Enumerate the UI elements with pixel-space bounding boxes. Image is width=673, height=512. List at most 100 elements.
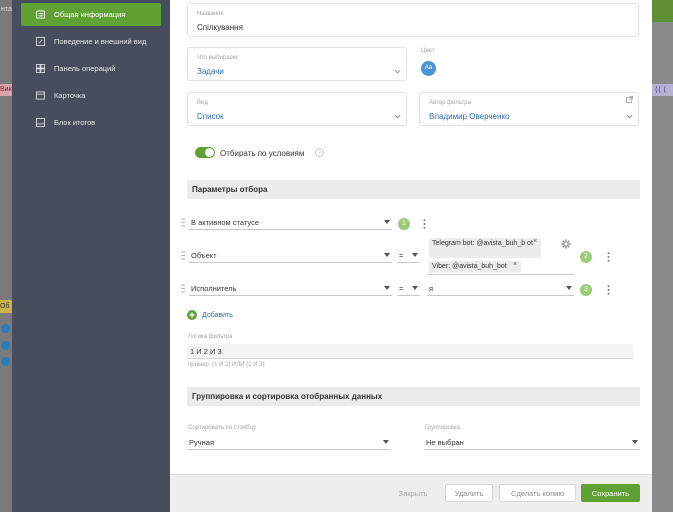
gear-icon[interactable]: [561, 239, 571, 249]
svg-text:?: ?: [318, 151, 321, 157]
name-label: Название: [197, 11, 224, 17]
chevron-down-icon: [626, 114, 633, 119]
filter-params-header: Параметры отбора: [187, 180, 640, 199]
save-button[interactable]: Сохранить: [581, 484, 640, 502]
view-label: Вид: [197, 100, 208, 106]
operator-select[interactable]: =: [397, 249, 420, 263]
chevron-down-icon: [394, 69, 401, 74]
operator-select[interactable]: =: [397, 282, 420, 296]
conditions-toggle-label: Отбирать по условиям: [220, 149, 305, 158]
chevron-down-icon: [394, 114, 401, 119]
add-condition-button[interactable]: Добавить: [187, 310, 233, 320]
group-select[interactable]: Не выбран: [424, 436, 640, 450]
background-left-text: нта: [1, 6, 12, 13]
condition-value: я: [429, 284, 434, 293]
what-select[interactable]: Что выбираем Задачи: [187, 47, 407, 81]
sidebar-item-label: Поведение и внешний вид: [54, 37, 147, 46]
background-chat-icon: [1, 341, 10, 350]
sidebar-item-label: Блок итогов: [54, 118, 96, 127]
sort-label: Сортировать по столбцу: [188, 425, 257, 431]
what-label: Что выбираем: [197, 55, 238, 61]
add-condition-label: Добавить: [202, 311, 233, 319]
remove-tag-icon[interactable]: ×: [513, 261, 517, 268]
plus-circle-icon: [187, 310, 197, 320]
caret-down-icon: [384, 253, 390, 257]
condition-number-badge: 2: [580, 251, 592, 263]
color-swatch[interactable]: Aa: [421, 61, 436, 76]
caret-down-icon: [412, 286, 418, 290]
tag-label: Viber: @avista_buh_bot: [432, 263, 507, 270]
external-link-icon[interactable]: [626, 96, 633, 103]
operator-value: =: [399, 251, 404, 260]
drag-handle-icon[interactable]: [181, 251, 185, 260]
tag-telegram-bot: Telegram bot: @avista_buh_b ot: [429, 238, 541, 258]
tag-viber-bot: Viber: @avista_buh_bot: [429, 261, 521, 273]
author-select[interactable]: Автор фильтра Владимир Оверченко: [419, 92, 639, 126]
more-vertical-icon[interactable]: [423, 219, 426, 229]
edit-window-icon: [35, 37, 45, 47]
author-label: Автор фильтра: [429, 100, 471, 106]
sort-select[interactable]: Ручная: [187, 436, 391, 450]
more-vertical-icon[interactable]: [607, 285, 610, 295]
summary-icon: [35, 118, 45, 128]
sidebar-item-card[interactable]: Карточка: [21, 84, 161, 107]
group-label: Группировка: [425, 425, 460, 431]
help-icon[interactable]: ?: [315, 148, 324, 157]
grouping-header: Группировка и сортировка отобранных данн…: [187, 387, 640, 406]
grid-icon: [35, 64, 45, 74]
card-icon: [35, 91, 45, 101]
condition-field-value: Объект: [191, 251, 217, 260]
conditions-toggle[interactable]: [195, 147, 215, 158]
filter-settings-modal: Название Спілкування Что выбираем Задачи…: [170, 0, 652, 512]
info-card-icon: [35, 10, 45, 20]
caret-down-icon: [566, 286, 572, 290]
sidebar-item-label: Панель операций: [54, 64, 116, 73]
what-value: Задачи: [197, 67, 224, 76]
logic-hint: пример: (1 И 2) ИЛИ (1 И 3): [188, 362, 265, 368]
sidebar-item-operations[interactable]: Панель операций: [21, 57, 161, 80]
background-tag: Об: [0, 300, 12, 313]
background-app-left: нта: [0, 0, 12, 512]
caret-down-icon: [412, 253, 418, 257]
condition-number-badge: 3: [580, 284, 592, 296]
delete-button[interactable]: Удалить: [445, 484, 493, 502]
remove-tag-icon[interactable]: ×: [533, 238, 537, 245]
condition-field-select[interactable]: Объект: [189, 249, 392, 263]
condition-number-badge: 1: [398, 218, 410, 230]
background-chat-icon: [1, 357, 10, 366]
logic-label: Логика фильтра: [188, 334, 233, 340]
logic-input[interactable]: 1 И 2 И 3: [187, 344, 633, 359]
author-value: Владимир Оверченко: [429, 112, 510, 121]
drag-handle-icon[interactable]: [181, 284, 185, 293]
sidebar-item-label: Общая информация: [54, 10, 126, 19]
settings-sidebar: Общая информация Поведение и внешний вид…: [12, 0, 170, 512]
view-select[interactable]: Вид Список: [187, 92, 407, 126]
name-field[interactable]: Название Спілкування: [187, 3, 639, 37]
sidebar-item-general-info[interactable]: Общая информация: [21, 3, 161, 26]
background-tag: Вик: [0, 84, 12, 96]
view-value: Список: [197, 112, 224, 121]
sidebar-item-label: Карточка: [54, 91, 86, 100]
more-vertical-icon[interactable]: [607, 252, 610, 262]
condition-field-value: Исполнитель: [191, 284, 237, 293]
name-value: Спілкування: [197, 23, 243, 32]
condition-field-value: В активном статусе: [191, 218, 259, 227]
sort-value: Ручная: [189, 438, 215, 447]
drag-handle-icon[interactable]: [181, 218, 185, 227]
condition-field-select[interactable]: В активном статусе: [189, 216, 392, 230]
color-label: Цвет: [421, 48, 435, 54]
condition-field-select[interactable]: Исполнитель: [189, 282, 392, 296]
operator-value: =: [399, 284, 404, 293]
group-value: Не выбран: [426, 438, 464, 447]
background-chat-icon: [1, 324, 10, 333]
copy-button[interactable]: Сделать копию: [499, 484, 576, 502]
caret-down-icon: [632, 440, 638, 444]
caret-down-icon: [384, 220, 390, 224]
close-button[interactable]: Закрыть: [391, 484, 435, 502]
caret-down-icon: [384, 286, 390, 290]
sidebar-item-behavior[interactable]: Поведение и внешний вид: [21, 30, 161, 53]
caret-down-icon: [383, 440, 389, 444]
sidebar-item-summary[interactable]: Блок итогов: [21, 111, 161, 134]
condition-value-select[interactable]: я: [427, 282, 574, 296]
tag-label: Telegram bot: @avista_buh_b ot: [432, 240, 533, 247]
